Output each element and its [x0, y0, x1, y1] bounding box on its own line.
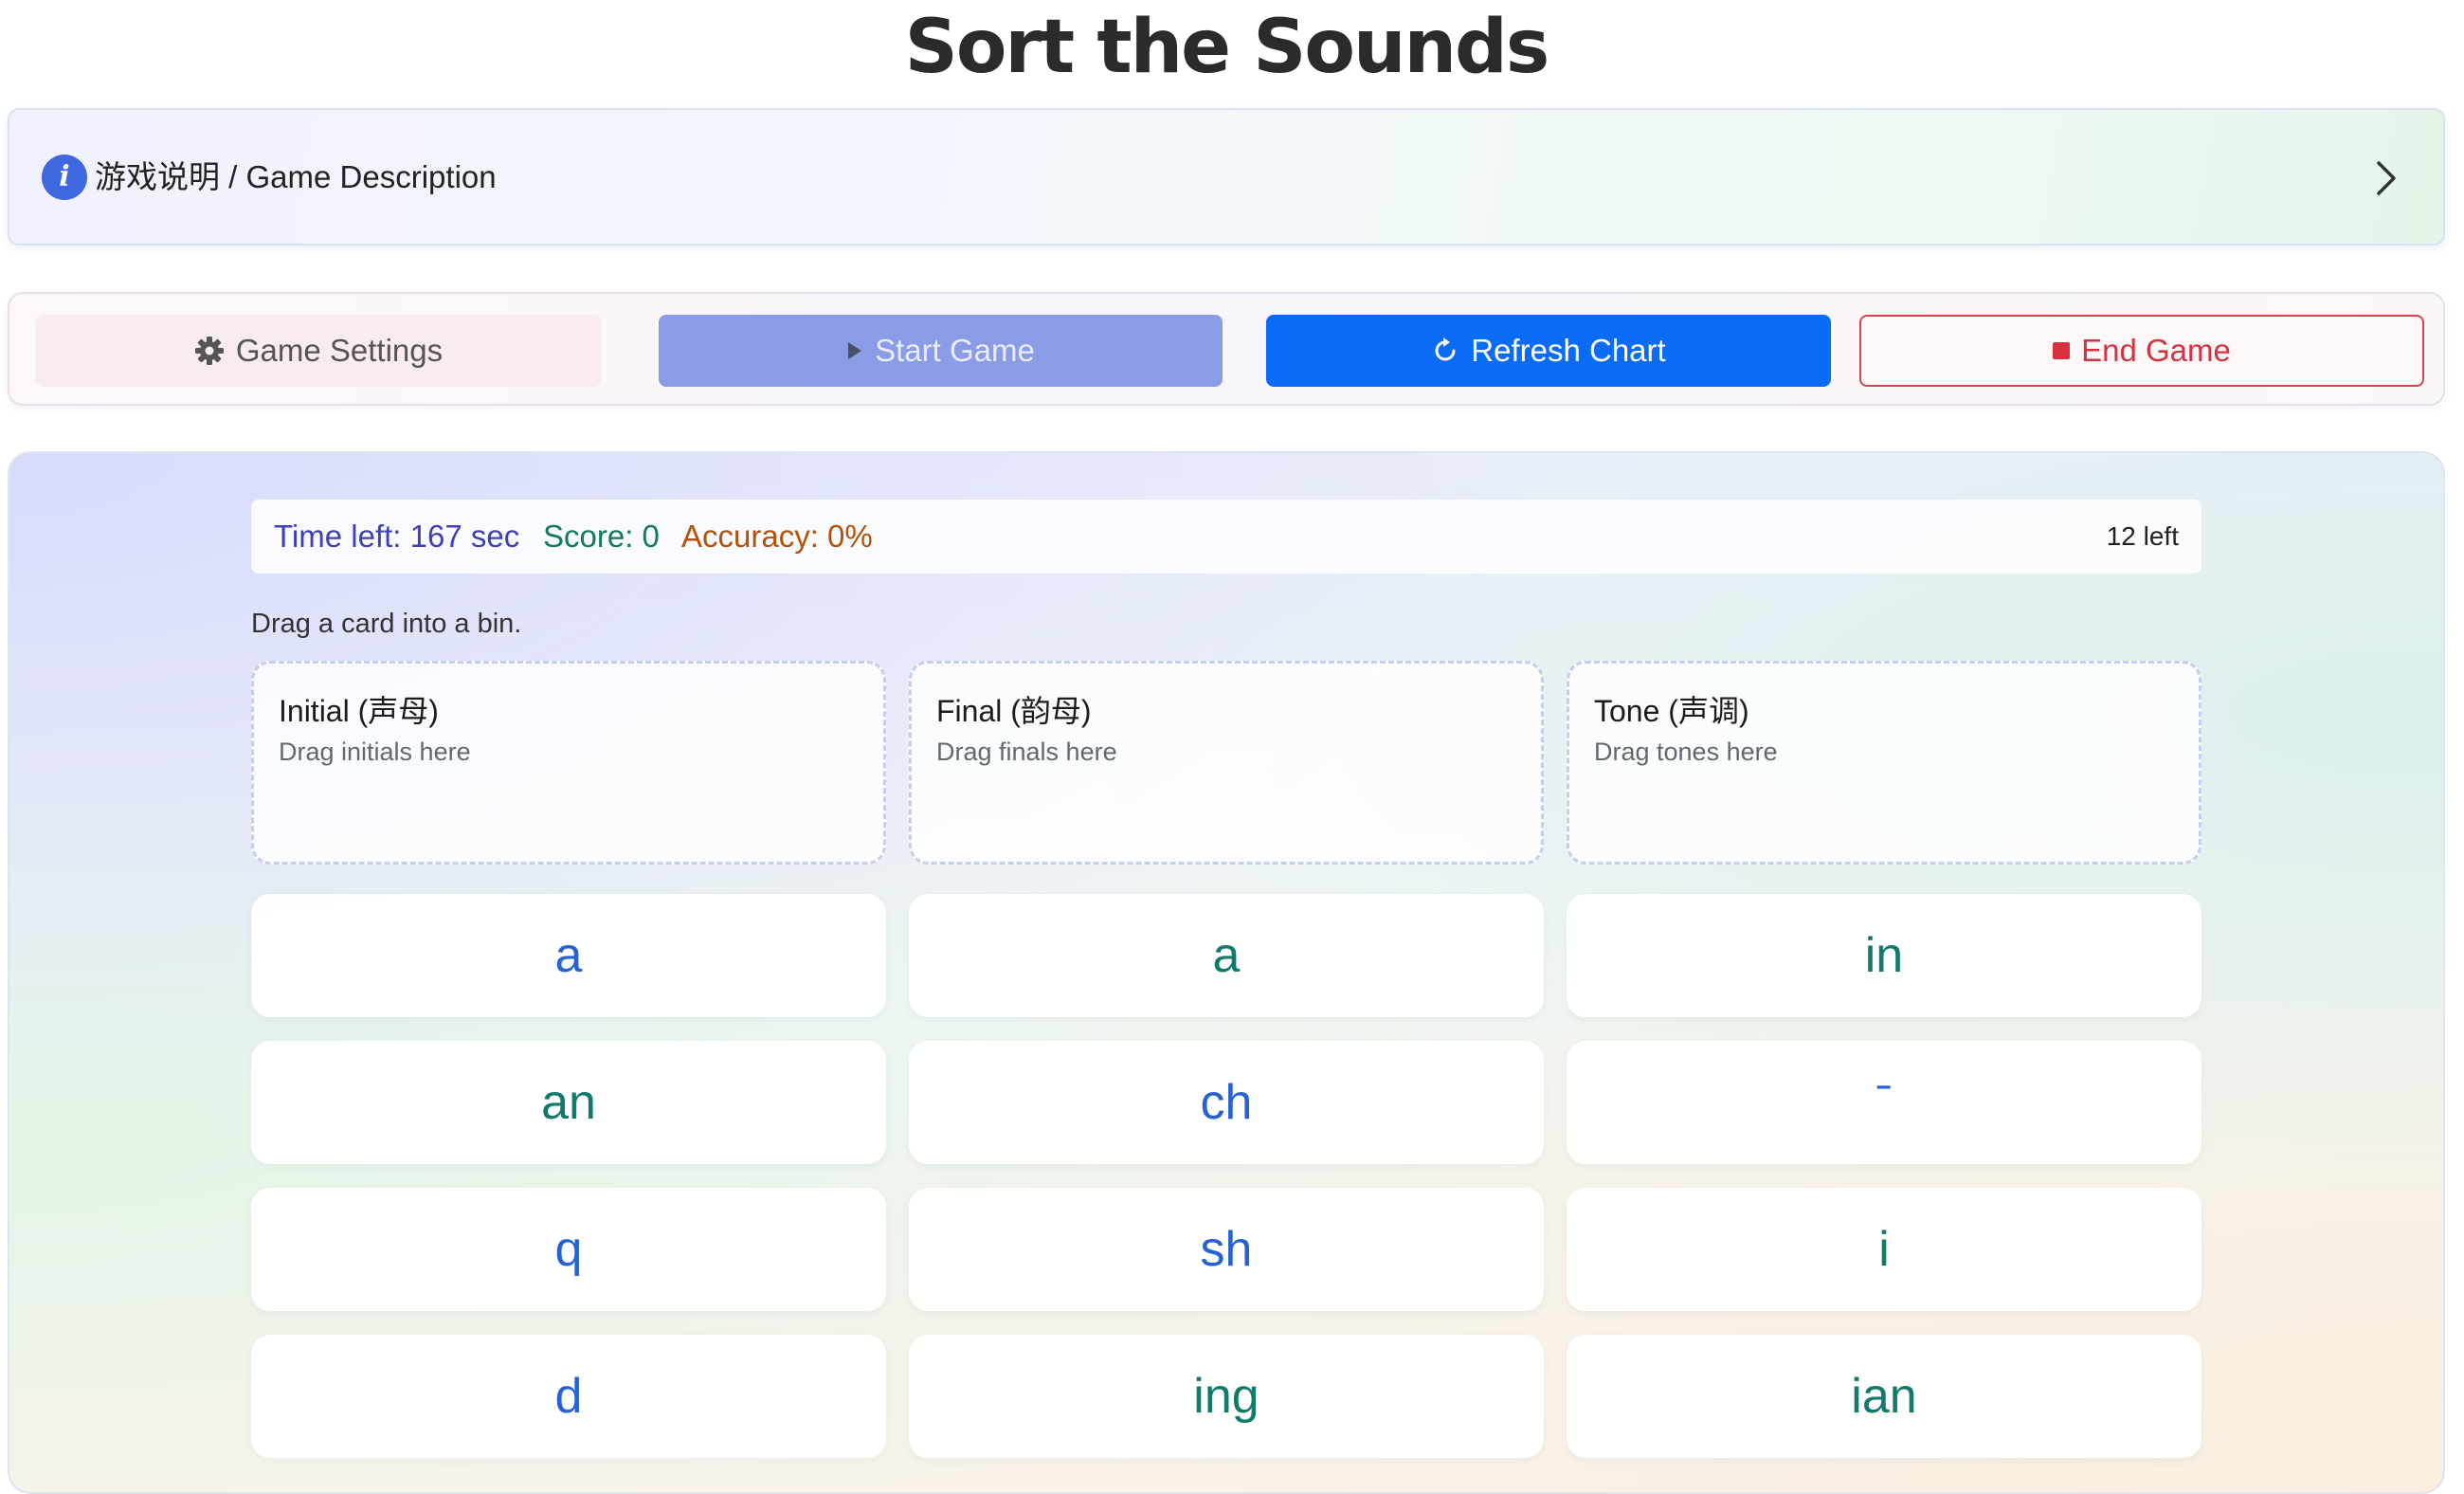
bin-title: Tone (声调) [1594, 694, 1749, 728]
bin-title: Final (韵母) [936, 694, 1092, 728]
sound-card[interactable]: q [251, 1188, 886, 1311]
refresh-icon [1435, 337, 1456, 361]
sound-card[interactable]: ch [909, 1041, 1544, 1164]
stop-icon [2053, 342, 2071, 359]
accuracy: Accuracy: 0% [681, 519, 873, 554]
start-game-button[interactable]: Start Game [659, 315, 1223, 387]
sound-card[interactable]: ian [1567, 1335, 2201, 1458]
game-description-toggle[interactable]: i 游戏说明 / Game Description [8, 108, 2445, 246]
info-icon: i [42, 155, 87, 200]
sound-card[interactable]: ing [909, 1335, 1544, 1458]
refresh-chart-label: Refresh Chart [1471, 333, 1666, 368]
refresh-chart-button[interactable]: Refresh Chart [1266, 315, 1831, 387]
sound-card[interactable]: a [251, 894, 886, 1017]
instruction-text: Drag a card into a bin. [251, 609, 522, 639]
end-game-label: End Game [2081, 333, 2231, 368]
bin-hint: Drag tones here [1594, 738, 1778, 766]
time-left: Time left: 167 sec [274, 519, 520, 554]
chevron-right-icon[interactable] [2369, 159, 2403, 197]
stats-bar: Time left: 167 sec Score: 0 Accuracy: 0%… [251, 500, 2201, 574]
play-icon [848, 342, 862, 359]
sound-card[interactable]: d [251, 1335, 886, 1458]
sound-card[interactable]: sh [909, 1188, 1544, 1311]
initial-bin[interactable]: Initial (声母) Drag initials here [251, 661, 886, 865]
game-description-label: 游戏说明 / Game Description [95, 159, 497, 194]
bin-hint: Drag initials here [279, 738, 471, 766]
sound-card[interactable]: i [1567, 1188, 2201, 1311]
final-bin[interactable]: Final (韵母) Drag finals here [909, 661, 1544, 865]
gear-icon [194, 337, 224, 365]
end-game-button[interactable]: End Game [1859, 315, 2424, 387]
sound-card[interactable]: ˉ [1567, 1041, 2201, 1164]
page-title: Sort the Sounds [904, 5, 1550, 90]
start-game-label: Start Game [875, 333, 1035, 368]
bin-hint: Drag finals here [936, 738, 1117, 766]
game-settings-label: Game Settings [235, 333, 444, 368]
sound-card[interactable]: an [251, 1041, 886, 1164]
bin-title: Initial (声母) [279, 694, 439, 728]
toolbar: Game Settings Start Game Refresh Chart E… [8, 292, 2445, 406]
sound-card[interactable]: a [909, 894, 1544, 1017]
game-settings-button[interactable]: Game Settings [36, 315, 601, 387]
sound-card[interactable]: in [1567, 894, 2201, 1017]
cards-remaining: 12 left [2106, 521, 2179, 551]
score: Score: 0 [543, 519, 660, 554]
tone-bin[interactable]: Tone (声调) Drag tones here [1567, 661, 2201, 865]
